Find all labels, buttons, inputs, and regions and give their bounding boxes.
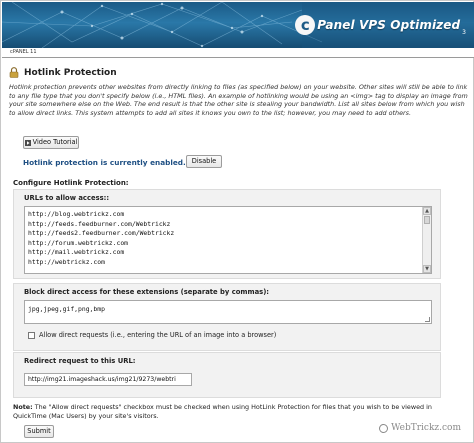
resize-handle-icon[interactable] xyxy=(425,317,430,322)
redirect-label: Redirect request to this URL: xyxy=(24,357,136,365)
page-frame: c Panel VPS Optimized 3 cPANEL 11 Hotlin… xyxy=(0,0,474,443)
url-item: http://webtrickz.com xyxy=(28,257,105,266)
watermark-text: WebTrickz.com xyxy=(391,423,461,433)
allow-direct-checkbox[interactable] xyxy=(28,331,35,339)
page-title: Hotlink Protection xyxy=(24,67,117,78)
config-heading: Configure Hotlink Protection: xyxy=(13,179,129,187)
breadcrumb[interactable]: cPANEL 11 xyxy=(10,49,37,55)
page-title-row: Hotlink Protection xyxy=(9,67,117,78)
cpanel-logo: c Panel VPS Optimized 3 xyxy=(295,10,466,40)
urls-textarea[interactable]: http://blog.webtrickz.com http://feeds.f… xyxy=(24,206,432,274)
video-tutorial-button[interactable]: Video Tutorial xyxy=(23,136,79,149)
video-tutorial-label: Video Tutorial xyxy=(32,138,78,146)
note-body: The "Allow direct requests" checkbox mus… xyxy=(13,403,432,420)
disable-button[interactable]: Disable xyxy=(186,155,222,168)
cpanel-logo-icon: c xyxy=(295,15,316,35)
cpanel-logo-version: 3 xyxy=(462,29,466,36)
urls-panel: URLs to allow access:: http://blog.webtr… xyxy=(13,189,441,279)
urls-label: URLs to allow access:: xyxy=(24,194,110,202)
url-item: http://feeds.feedburner.com/Webtrickz xyxy=(28,219,171,228)
scrollbar-thumb[interactable] xyxy=(424,216,430,224)
scroll-down-icon[interactable]: ▼ xyxy=(423,265,431,273)
watermark: WebTrickz.com xyxy=(379,423,461,433)
redirect-panel: Redirect request to this URL: http://img… xyxy=(13,352,441,398)
url-item: http://feeds2.feedburner.com/Webtrickz xyxy=(28,229,175,238)
extensions-label: Block direct access for these extensions… xyxy=(24,288,270,296)
url-item: http://forum.webtrickz.com xyxy=(28,238,129,247)
extensions-panel: Block direct access for these extensions… xyxy=(13,283,441,351)
breadcrumb-bar: cPANEL 11 xyxy=(2,48,474,58)
submit-button[interactable]: Submit xyxy=(24,425,54,438)
scroll-up-icon[interactable]: ▲ xyxy=(423,207,431,215)
play-icon xyxy=(24,139,31,146)
urls-list: http://blog.webtrickz.com http://feeds.f… xyxy=(28,210,418,268)
note-text: Note: The "Allow direct requests" checkb… xyxy=(13,403,453,420)
urls-scrollbar[interactable]: ▲ ▼ xyxy=(422,207,431,273)
url-item: http://mail.webtrickz.com xyxy=(28,248,125,257)
watermark-icon xyxy=(379,423,389,433)
allow-direct-row: Allow direct requests (i.e., entering th… xyxy=(28,331,276,339)
note-heading: Note: xyxy=(13,403,33,411)
cpanel-logo-text: Panel VPS Optimized xyxy=(317,18,461,32)
cpanel-header-banner: c Panel VPS Optimized 3 xyxy=(2,2,474,48)
extensions-textarea[interactable]: jpg,jpeg,gif,png,bmp xyxy=(24,300,432,324)
lock-icon xyxy=(9,67,19,78)
redirect-url-input[interactable]: http://img21.imageshack.us/img21/9273/we… xyxy=(24,373,192,386)
status-message: Hotlink protection is currently enabled. xyxy=(23,158,186,167)
extensions-value: jpg,jpeg,gif,png,bmp xyxy=(28,305,105,313)
allow-direct-label[interactable]: Allow direct requests (i.e., entering th… xyxy=(39,331,276,339)
intro-description: Hotlink protection prevents other websit… xyxy=(9,83,468,117)
url-item: http://blog.webtrickz.com xyxy=(28,210,125,218)
